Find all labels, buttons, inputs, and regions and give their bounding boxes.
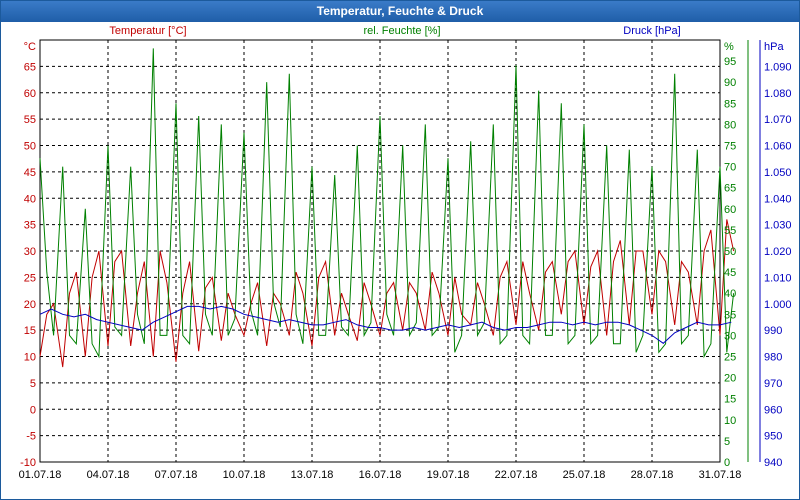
y-right-pressure-unit: hPa [764, 41, 784, 53]
y-right-humidity-tick-label: 0 [724, 457, 730, 469]
y-right-humidity-tick-label: 95 [724, 56, 736, 68]
y-left-tick-label: 40 [24, 193, 36, 205]
y-left-tick-label: 10 [24, 352, 36, 364]
y-left-tick-label: 35 [24, 220, 36, 232]
y-left-tick-label: -5 [26, 431, 36, 443]
x-tick-label: 04.07.18 [87, 469, 130, 481]
y-left-tick-label: 5 [30, 378, 36, 390]
y-right-humidity-tick-label: 60 [724, 204, 736, 216]
y-right-pressure-tick-label: 980 [764, 352, 782, 364]
y-right-pressure-tick-label: 1.010 [764, 272, 792, 284]
y-left-tick-label: 65 [24, 61, 36, 73]
y-right-humidity-tick-label: 10 [724, 415, 736, 427]
x-tick-label: 01.07.18 [19, 469, 62, 481]
y-right-pressure-tick-label: 950 [764, 431, 782, 443]
y-right-pressure-tick-label: 1.070 [764, 114, 792, 126]
y-left-tick-label: 50 [24, 141, 36, 153]
y-right-pressure-tick-label: 1.060 [764, 141, 792, 153]
chart-area: 01.07.18 04.07.18 07.07.18 10.07.18 13.07.18… [19, 25, 792, 481]
series-legend-label: Druck [hPa] [623, 25, 680, 37]
y-right-pressure-tick-label: 990 [764, 325, 782, 337]
y-right-humidity-tick-label: 80 [724, 119, 736, 131]
y-right-humidity-tick-label: 45 [724, 267, 736, 279]
y-right-humidity-tick-label: 50 [724, 246, 736, 258]
y-right-humidity-tick-label: 20 [724, 373, 736, 385]
y-left-tick-label: 60 [24, 88, 36, 100]
x-tick-label: 10.07.18 [223, 469, 266, 481]
y-right-humidity-tick-label: 25 [724, 352, 736, 364]
y-right-pressure-tick-label: 1.030 [764, 220, 792, 232]
y-right-pressure-tick-label: 940 [764, 457, 782, 469]
y-right-pressure-tick-label: 1.050 [764, 167, 792, 179]
y-right-pressure-tick-label: 960 [764, 404, 782, 416]
x-tick-label: 22.07.18 [495, 469, 538, 481]
y-right-pressure-tick-label: 1.040 [764, 193, 792, 205]
y-right-humidity-tick-label: 75 [724, 141, 736, 153]
x-tick-label: 07.07.18 [155, 469, 198, 481]
y-right-humidity-tick-label: 85 [724, 98, 736, 110]
y-left-tick-label: 45 [24, 167, 36, 179]
y-right-humidity-tick-label: 65 [724, 183, 736, 195]
x-tick-label: 19.07.18 [427, 469, 470, 481]
x-tick-label: 16.07.18 [359, 469, 402, 481]
y-left-tick-label: 25 [24, 272, 36, 284]
y-left-tick-label: 20 [24, 299, 36, 311]
y-right-humidity-tick-label: 5 [724, 436, 730, 448]
y-right-pressure-tick-label: 1.000 [764, 299, 792, 311]
x-tick-label: 31.07.18 [699, 469, 742, 481]
series-legend-label: Temperatur [°C] [109, 25, 186, 37]
y-right-pressure-tick-label: 1.080 [764, 88, 792, 100]
y-left-tick-label: -10 [20, 457, 36, 469]
y-left-unit: °C [24, 41, 36, 53]
x-tick-label: 28.07.18 [631, 469, 674, 481]
series-legend-label: rel. Feuchte [%] [363, 25, 440, 37]
x-tick-label: 13.07.18 [291, 469, 334, 481]
y-right-pressure-tick-label: 970 [764, 378, 782, 390]
y-right-humidity-tick-label: 70 [724, 162, 736, 174]
x-tick-label: 25.07.18 [563, 469, 606, 481]
y-right-humidity-tick-label: 40 [724, 288, 736, 300]
y-left-tick-label: 0 [30, 404, 36, 416]
y-left-tick-label: 15 [24, 325, 36, 337]
y-right-humidity-unit: % [724, 41, 734, 53]
y-right-humidity-tick-label: 30 [724, 330, 736, 342]
y-right-humidity-tick-label: 35 [724, 309, 736, 321]
y-left-tick-label: 30 [24, 246, 36, 258]
y-right-humidity-tick-label: 55 [724, 225, 736, 237]
y-right-pressure-tick-label: 1.020 [764, 246, 792, 258]
y-left-tick-label: 55 [24, 114, 36, 126]
y-right-humidity-tick-label: 90 [724, 77, 736, 89]
y-right-humidity-tick-label: 15 [724, 394, 736, 406]
y-right-pressure-tick-label: 1.090 [764, 61, 792, 73]
